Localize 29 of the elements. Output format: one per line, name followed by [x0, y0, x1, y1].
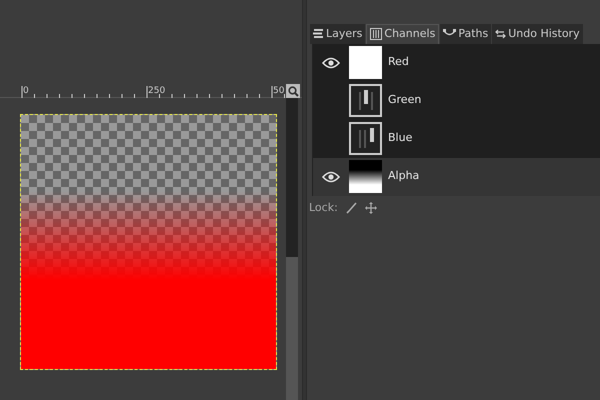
channel-thumbnail — [349, 160, 382, 193]
ruler-label: 250 — [148, 86, 166, 96]
channels-icon — [370, 28, 382, 40]
layers-icon — [313, 28, 324, 40]
panel-tab[interactable]: Layers — [310, 24, 366, 44]
move-icon[interactable] — [364, 202, 377, 214]
ruler-label: 0 — [23, 86, 29, 96]
channel-thumbnail — [349, 122, 382, 155]
brush-icon[interactable] — [346, 202, 357, 214]
channel-name: Blue — [388, 130, 412, 146]
panel-tab[interactable]: Channels — [366, 24, 440, 44]
zoom-button[interactable] — [286, 84, 300, 98]
scrollbar[interactable] — [286, 98, 298, 400]
channel-name: Green — [388, 92, 422, 108]
channel-row[interactable]: Green — [313, 82, 600, 120]
channel-thumbnail — [349, 84, 382, 117]
channel-row[interactable]: Blue — [313, 120, 600, 158]
panel-tab[interactable]: Undo History — [492, 24, 583, 44]
arrows-icon — [495, 28, 506, 39]
channel-name: Red — [388, 54, 409, 70]
channel-name: Alpha — [388, 168, 420, 184]
panel-tab[interactable]: Paths — [440, 24, 492, 44]
channel-thumbnail — [349, 46, 382, 79]
eye-icon[interactable] — [322, 56, 340, 68]
channel-row[interactable]: Red — [313, 44, 600, 82]
ruler-label: 50 — [273, 86, 284, 96]
channel-row[interactable]: Alpha — [313, 158, 600, 196]
eye-icon[interactable] — [322, 170, 340, 182]
lock-label: Lock: — [309, 200, 338, 216]
